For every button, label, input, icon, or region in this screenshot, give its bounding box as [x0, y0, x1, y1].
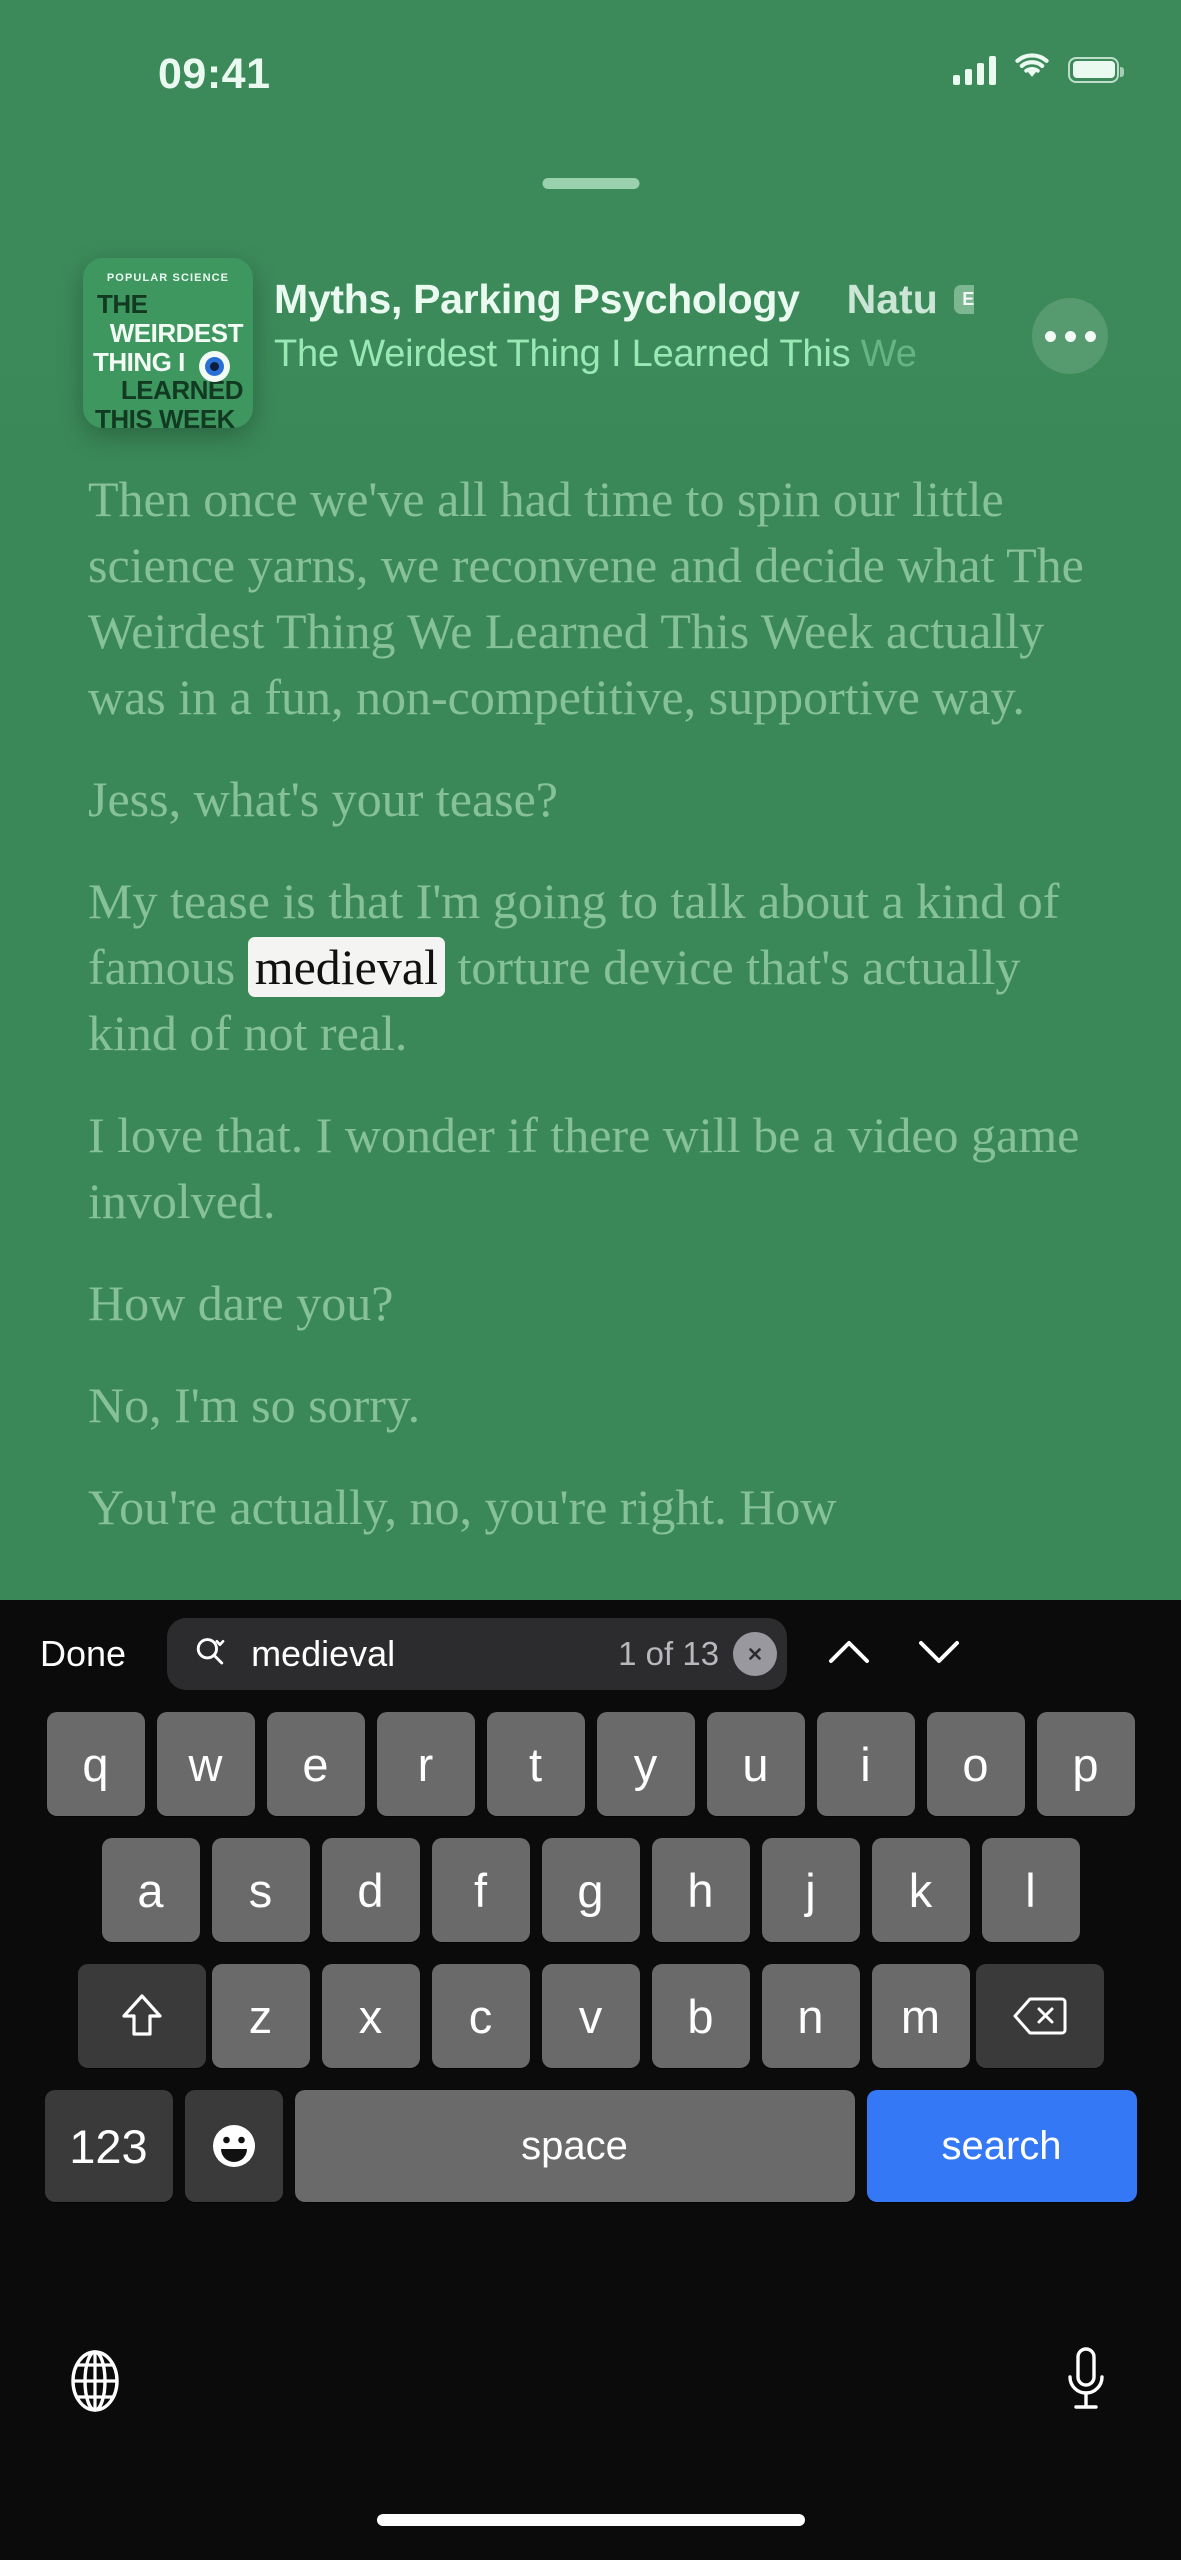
- keyboard-utility-row: [0, 2328, 1181, 2448]
- transcript-paragraph: No, I'm so sorry.: [88, 1377, 421, 1433]
- transcript-paragraph: Then once we've all had time to spin our…: [88, 471, 1084, 725]
- battery-icon: [1068, 56, 1124, 83]
- space-key[interactable]: space: [294, 2090, 855, 2202]
- key-y[interactable]: y: [596, 1712, 695, 1816]
- key-j[interactable]: j: [761, 1838, 860, 1942]
- backspace-key[interactable]: [975, 1964, 1104, 2068]
- key-t[interactable]: t: [486, 1712, 585, 1816]
- keyboard-row-4: 123 space search: [0, 2090, 1181, 2202]
- search-value[interactable]: medieval: [251, 1633, 618, 1675]
- key-d[interactable]: d: [321, 1838, 420, 1942]
- key-w[interactable]: w: [156, 1712, 255, 1816]
- search-icon[interactable]: [193, 1635, 227, 1674]
- phone-screen: Then once we've all had time to spin our…: [0, 0, 1181, 2560]
- microphone-icon: [1061, 2345, 1111, 2422]
- key-p[interactable]: p: [1036, 1712, 1135, 1816]
- shift-icon: [119, 1991, 165, 2041]
- key-h[interactable]: h: [651, 1838, 750, 1942]
- key-b[interactable]: b: [651, 1964, 750, 2068]
- shift-key[interactable]: [77, 1964, 206, 2068]
- key-n[interactable]: n: [761, 1964, 860, 2068]
- key-x[interactable]: x: [321, 1964, 420, 2068]
- keyboard-row-3: zxcvbnm: [0, 1964, 1181, 2068]
- more-options-button[interactable]: [1032, 298, 1108, 374]
- transcript-paragraph: You're actually, no, you're right. How: [88, 1479, 837, 1535]
- key-s[interactable]: s: [211, 1838, 310, 1942]
- done-button[interactable]: Done: [40, 1633, 126, 1675]
- transcript-paragraph: Jess, what's your tease?: [88, 771, 558, 827]
- next-match-button[interactable]: [899, 1614, 979, 1694]
- key-v[interactable]: v: [541, 1964, 640, 2068]
- keyboard-row-3-letters: zxcvbnm: [206, 1964, 976, 2068]
- ellipsis-dot: [1044, 330, 1056, 342]
- chevron-down-icon: [917, 1637, 961, 1672]
- key-e[interactable]: e: [266, 1712, 365, 1816]
- show-title-faded: We: [860, 333, 917, 375]
- key-k[interactable]: k: [871, 1838, 970, 1942]
- show-title: The Weirdest Thing I Learned This We: [274, 333, 974, 376]
- cellular-bars-icon: [953, 55, 996, 85]
- artwork-line-1: THE: [97, 289, 148, 319]
- key-r[interactable]: r: [376, 1712, 475, 1816]
- sheet-drag-handle[interactable]: [542, 178, 639, 189]
- transcript-paragraph-highlighted: My tease is that I'm going to talk about…: [88, 868, 1093, 1066]
- key-z[interactable]: z: [211, 1964, 310, 2068]
- episode-title: Myths, Parking Psychology: [274, 276, 800, 322]
- match-count: 1 of 13: [618, 1635, 720, 1672]
- show-title-visible: The Weirdest Thing I Learned This: [274, 333, 861, 375]
- key-f[interactable]: f: [431, 1838, 530, 1942]
- key-q[interactable]: q: [46, 1712, 145, 1816]
- transcript-paragraph: I love that. I wonder if there will be a…: [88, 1107, 1080, 1229]
- keyboard-row-2: asdfghjkl: [0, 1838, 1181, 1942]
- close-icon[interactable]: [733, 1632, 778, 1676]
- ellipsis-dot: [1064, 330, 1076, 342]
- artwork-line-2: WEIRDEST: [109, 317, 244, 348]
- transcript-paragraph: How dare you?: [88, 1275, 394, 1331]
- key-g[interactable]: g: [541, 1838, 640, 1942]
- keyboard-row-1: qwertyuiop: [0, 1712, 1181, 1816]
- microphone-key[interactable]: [1041, 2338, 1131, 2428]
- find-bar: Done medieval 1 of 13: [0, 1600, 1181, 1708]
- artwork-line-4: LEARNED: [120, 375, 244, 406]
- status-bar: 09:41: [0, 0, 1181, 110]
- onscreen-keyboard: qwertyuiop asdfghjkl zxcvbnm 123 space s…: [0, 1712, 1181, 2224]
- emoji-key[interactable]: [184, 2090, 283, 2202]
- keyboard-panel: Done medieval 1 of 13 q w e r t y u i o …: [0, 1600, 1181, 2560]
- wifi-icon: [1013, 52, 1051, 87]
- status-bar-indicators: [953, 52, 1124, 87]
- backspace-icon: [1012, 1994, 1068, 2038]
- key-o[interactable]: o: [926, 1712, 1025, 1816]
- key-i[interactable]: i: [816, 1712, 915, 1816]
- explicit-badge: E: [953, 285, 974, 314]
- now-playing-bar: POPULAR SCIENCE THE WEIRDEST THING I LEA…: [0, 258, 1181, 438]
- episode-title-row: Myths, Parking Psychology Natu E: [274, 276, 974, 323]
- search-input[interactable]: medieval 1 of 13: [167, 1618, 788, 1690]
- numbers-key[interactable]: 123: [44, 2090, 173, 2202]
- search-return-key[interactable]: search: [866, 2090, 1137, 2202]
- search-match-highlight: medieval: [247, 937, 445, 997]
- emoji-icon: [208, 2120, 260, 2172]
- artwork-line-5: THIS WEEK: [95, 404, 235, 428]
- episode-title-tail: Natu: [846, 276, 938, 322]
- artwork-kicker: POPULAR SCIENCE: [106, 272, 230, 284]
- key-c[interactable]: c: [431, 1964, 530, 2068]
- key-u[interactable]: u: [706, 1712, 805, 1816]
- home-indicator[interactable]: [376, 2514, 805, 2526]
- globe-icon: [64, 2347, 126, 2420]
- now-playing-titles[interactable]: Myths, Parking Psychology Natu E The Wei…: [274, 276, 974, 376]
- eye-icon: [199, 351, 230, 382]
- podcast-artwork[interactable]: POPULAR SCIENCE THE WEIRDEST THING I LEA…: [83, 258, 253, 428]
- status-bar-time: 09:41: [158, 50, 271, 98]
- globe-key[interactable]: [50, 2338, 140, 2428]
- chevron-up-icon: [827, 1637, 871, 1672]
- key-a[interactable]: a: [101, 1838, 200, 1942]
- previous-match-button[interactable]: [809, 1614, 889, 1694]
- key-m[interactable]: m: [871, 1964, 970, 2068]
- key-l[interactable]: l: [981, 1838, 1080, 1942]
- ellipsis-dot: [1084, 330, 1096, 342]
